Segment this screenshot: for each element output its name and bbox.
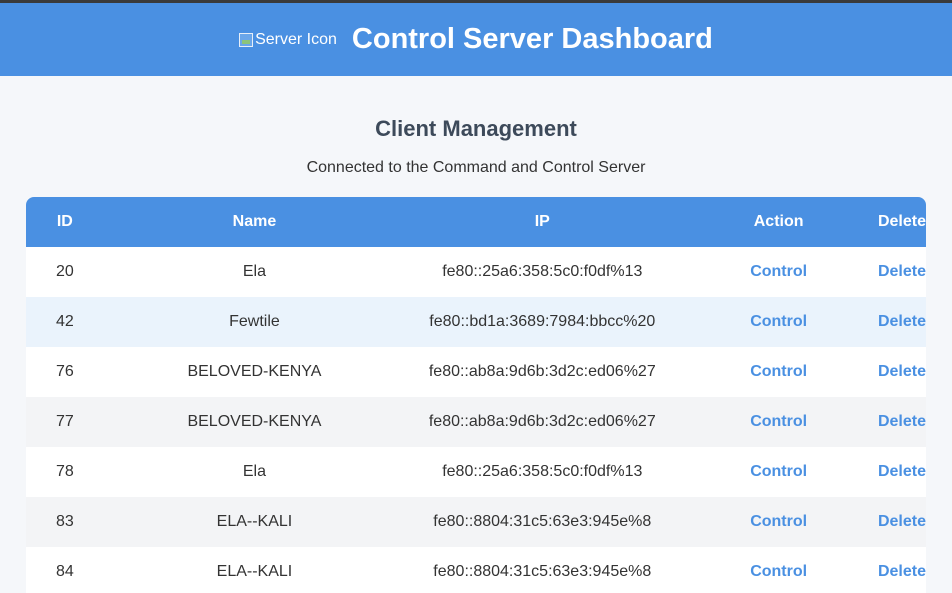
cell-id: 76: [55, 363, 74, 380]
cell-delete: Delete: [878, 347, 926, 397]
cell-id: 77: [55, 413, 74, 430]
table-header: ID Name IP Action Delete: [26, 197, 926, 247]
brand: Server Icon Control Server Dashboard: [239, 23, 713, 56]
cell-id: 83: [55, 513, 74, 530]
table-row: 83 ELA--KALI fe80::8804:31c5:63e3:945e%8…: [26, 497, 926, 547]
table-row: 20 Ela fe80::25a6:358:5c0:f0df%13 Contro…: [26, 247, 926, 297]
cell-delete: Delete: [878, 397, 926, 447]
column-header-name: Name: [232, 213, 277, 230]
main-content: Client Management Connected to the Comma…: [0, 116, 952, 593]
broken-image-icon: [239, 32, 254, 47]
cell-id: 42: [55, 313, 74, 330]
column-header-id: ID: [56, 213, 73, 230]
server-icon-alt-text: Server Icon: [255, 30, 337, 48]
cell-action: Control: [679, 397, 878, 447]
cell-name: ELA--KALI: [216, 513, 293, 530]
cell-ip: fe80::bd1a:3689:7984:bbcc%20: [429, 313, 656, 330]
cell-delete: Delete: [878, 497, 926, 547]
table-row: 42 Fewtile fe80::bd1a:3689:7984:bbcc%20 …: [26, 297, 926, 347]
control-link[interactable]: Control: [750, 463, 807, 480]
cell-action: Control: [679, 347, 878, 397]
cell-ip: fe80::ab8a:9d6b:3d2c:ed06%27: [428, 363, 656, 380]
cell-ip: fe80::8804:31c5:63e3:945e%8: [433, 563, 652, 580]
delete-link[interactable]: Delete: [878, 463, 926, 480]
cell-name: BELOVED-KENYA: [187, 413, 322, 430]
cell-name: BELOVED-KENYA: [187, 363, 322, 380]
cell-name: Ela: [242, 463, 266, 480]
app-title: Control Server Dashboard: [351, 23, 713, 55]
cell-ip: fe80::8804:31c5:63e3:945e%8: [433, 513, 652, 530]
cell-id: 20: [55, 263, 74, 280]
cell-ip: fe80::ab8a:9d6b:3d2c:ed06%27: [428, 413, 656, 430]
clients-table: ID Name IP Action Delete 20 Ela fe80::25…: [26, 197, 926, 593]
control-link[interactable]: Control: [750, 513, 807, 530]
column-header-delete: Delete: [877, 213, 926, 230]
table-row: 78 Ela fe80::25a6:358:5c0:f0df%13 Contro…: [26, 447, 926, 497]
cell-action: Control: [679, 547, 878, 593]
control-link[interactable]: Control: [750, 313, 807, 330]
delete-link[interactable]: Delete: [878, 263, 926, 280]
control-link[interactable]: Control: [750, 363, 807, 380]
column-header-action: Action: [753, 213, 804, 230]
control-link[interactable]: Control: [750, 563, 807, 580]
cell-name: ELA--KALI: [216, 563, 293, 580]
cell-delete: Delete: [878, 297, 926, 347]
cell-id: 78: [55, 463, 74, 480]
table-row: 84 ELA--KALI fe80::8804:31c5:63e3:945e%8…: [26, 547, 926, 593]
cell-delete: Delete: [878, 447, 926, 497]
cell-action: Control: [679, 497, 878, 547]
delete-link[interactable]: Delete: [878, 413, 926, 430]
cell-ip: fe80::25a6:358:5c0:f0df%13: [442, 263, 643, 280]
control-link[interactable]: Control: [750, 413, 807, 430]
cell-action: Control: [679, 297, 878, 347]
control-link[interactable]: Control: [750, 263, 807, 280]
cell-ip: fe80::25a6:358:5c0:f0df%13: [442, 463, 643, 480]
table-body: 20 Ela fe80::25a6:358:5c0:f0df%13 Contro…: [26, 247, 926, 593]
cell-action: Control: [679, 447, 878, 497]
cell-delete: Delete: [878, 247, 926, 297]
cell-id: 84: [55, 563, 74, 580]
server-icon: Server Icon: [239, 31, 337, 49]
table-row: 77 BELOVED-KENYA fe80::ab8a:9d6b:3d2c:ed…: [26, 397, 926, 447]
cell-name: Fewtile: [229, 313, 280, 330]
delete-link[interactable]: Delete: [878, 563, 926, 580]
delete-link[interactable]: Delete: [878, 513, 926, 530]
delete-link[interactable]: Delete: [878, 313, 926, 330]
cell-delete: Delete: [878, 547, 926, 593]
delete-link[interactable]: Delete: [878, 363, 926, 380]
column-header-ip: IP: [534, 213, 550, 230]
connection-status: Connected to the Command and Control Ser…: [306, 159, 646, 176]
cell-action: Control: [679, 247, 878, 297]
app-header: Server Icon Control Server Dashboard: [0, 3, 952, 76]
cell-name: Ela: [242, 263, 266, 280]
table-row: 76 BELOVED-KENYA fe80::ab8a:9d6b:3d2c:ed…: [26, 347, 926, 397]
section-title: Client Management: [375, 116, 577, 141]
